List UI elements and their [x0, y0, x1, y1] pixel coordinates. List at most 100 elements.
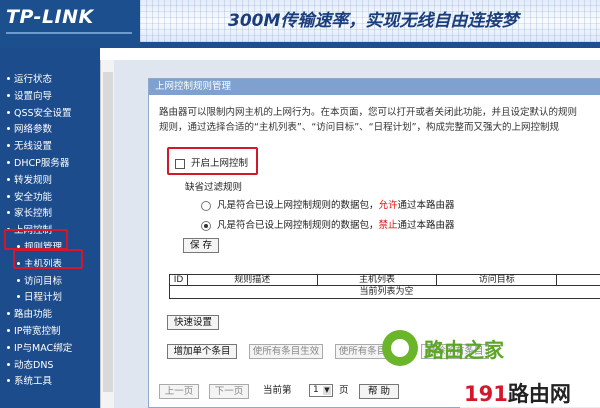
bullet-icon	[7, 144, 10, 148]
rules-table: ID 规则描述 主机列表 访问目标 当前列表为空	[169, 274, 600, 299]
sidebar-item-label: 运行状态	[14, 74, 53, 85]
sidebar-scrollbar[interactable]	[100, 60, 114, 408]
sidebar-item-label: 路由功能	[14, 309, 53, 321]
sidebar-item[interactable]: 设置向导	[0, 89, 100, 106]
sidebar-item[interactable]: 日程计划	[0, 290, 100, 307]
sidebar-item-label: 设置向导	[14, 90, 53, 102]
rule-deny-keyword: 禁止	[378, 220, 398, 231]
banner: 300M传输速率，实现无线自由连接梦	[140, 0, 600, 48]
add-entry-button[interactable]: 增加单个条目	[167, 344, 237, 359]
help-button[interactable]: 帮 助	[359, 384, 399, 399]
rule-allow-option[interactable]: 凡是符合已设上网控制规则的数据包，允许通过本路由器	[201, 199, 455, 213]
page-select[interactable]: 1 ▼	[309, 384, 333, 397]
tp-link-logo: TP-LINK	[0, 0, 140, 48]
prev-page-button[interactable]: 上一页	[159, 384, 199, 399]
page-prefix: 当前第	[263, 385, 292, 396]
sidebar-item[interactable]: 无线设置	[0, 139, 100, 156]
rule-deny-suffix: 通过本路由器	[397, 220, 455, 231]
highlight-box-enable	[167, 147, 258, 175]
sidebar-item[interactable]: 系统工具	[0, 374, 100, 391]
logo-text: TP-LINK	[6, 6, 94, 28]
table-empty-row: 当前列表为空	[169, 285, 600, 299]
bullet-icon	[7, 362, 10, 366]
sidebar-item[interactable]: 动态DNS	[0, 358, 100, 375]
bullet-icon	[17, 295, 20, 299]
rule-deny-text: 凡是符合已设上网控制规则的数据包，	[217, 220, 379, 231]
bullet-icon	[7, 379, 10, 383]
sidebar-item[interactable]: 家长控制	[0, 206, 100, 223]
desc-line-2: 规则，通过选择合适的“主机列表”、“访问目标”、“日程计划”，构成完整而又强大的…	[159, 122, 560, 133]
rule-deny-radio[interactable]	[201, 220, 211, 231]
default-rule-label: 缺省过滤规则	[185, 182, 243, 193]
save-button[interactable]: 保 存	[183, 238, 219, 253]
rule-allow-text: 凡是符合已设上网控制规则的数据包，	[217, 200, 379, 211]
watermark-text-2: 191路由网	[464, 378, 571, 408]
sidebar-item-label: 动态DNS	[14, 359, 54, 371]
table-header-row: ID 规则描述 主机列表 访问目标	[169, 274, 600, 286]
bullet-icon	[7, 127, 10, 131]
rule-allow-suffix: 通过本路由器	[397, 200, 455, 211]
col-rule-desc: 规则描述	[186, 274, 318, 286]
bullet-icon	[7, 110, 10, 114]
col-access-target: 访问目标	[436, 274, 558, 286]
sidebar-item-label: 系统工具	[14, 376, 53, 388]
quick-setup-button[interactable]: 快速设置	[167, 315, 219, 330]
sidebar-item[interactable]: 网络参数	[0, 122, 100, 139]
watermark-luyouzhijia: 路由之家	[382, 330, 552, 366]
bullet-icon	[17, 278, 20, 282]
sidebar-item-label: 日程计划	[24, 292, 63, 304]
bullet-icon	[7, 211, 10, 215]
table-empty-text: 当前列表为空	[169, 285, 600, 299]
desc-line-1: 路由器可以限制内网主机的上网行为。在本页面，您可以打开或者关闭此功能，并且设定默…	[159, 107, 578, 118]
col-host-list: 主机列表	[316, 274, 438, 286]
highlight-box-access-control	[4, 229, 68, 250]
bullet-icon	[7, 93, 10, 97]
header: TP-LINK 300M传输速率，实现无线自由连接梦	[0, 0, 600, 48]
rule-allow-radio[interactable]	[201, 200, 211, 211]
highlight-box-rule-manage	[13, 249, 83, 269]
sidebar-item[interactable]: 路由功能	[0, 307, 100, 324]
sidebar-item-label: IP与MAC绑定	[14, 342, 73, 354]
sidebar-item-label: 无线设置	[14, 141, 53, 153]
sidebar-item-label: DHCP服务器	[14, 157, 70, 169]
bullet-icon	[7, 345, 10, 349]
sidebar-item[interactable]: 运行状态	[0, 72, 100, 89]
sidebar-item[interactable]: QSS安全设置	[0, 106, 100, 123]
sidebar-item[interactable]: 安全功能	[0, 190, 100, 207]
page-select-value: 1	[313, 385, 319, 395]
sidebar-nav: 运行状态设置向导 QSS安全设置 网络参数无线设置 DHCP服务器转发规则 安全功能家长…	[0, 48, 100, 408]
page-suffix: 页	[339, 385, 349, 396]
rule-deny-option[interactable]: 凡是符合已设上网控制规则的数据包，禁止通过本路由器	[201, 219, 455, 233]
rule-allow-keyword: 允许	[378, 200, 398, 211]
col-id: ID	[169, 274, 188, 286]
sidebar-item-label: QSS安全设置	[14, 107, 72, 119]
sidebar-item[interactable]: IP与MAC绑定	[0, 341, 100, 358]
sidebar-item[interactable]: DHCP服务器	[0, 156, 100, 173]
col-extra	[556, 274, 600, 286]
sidebar-item-label: 安全功能	[14, 191, 53, 203]
panel-title: 上网控制规则管理	[149, 79, 600, 95]
bullet-icon	[7, 328, 10, 332]
sidebar-item[interactable]: 转发规则	[0, 173, 100, 190]
sidebar-item-label: 家长控制	[14, 208, 53, 220]
watermark-digits: 191	[464, 382, 508, 406]
sidebar-item-label: 网络参数	[14, 124, 53, 136]
watermark-brand: 路由网	[507, 382, 571, 406]
chevron-down-icon: ▼	[323, 386, 331, 395]
watermark-logo-icon	[382, 330, 418, 366]
sidebar-item[interactable]: 访问目标	[0, 274, 100, 291]
banner-slogan: 300M传输速率，实现无线自由连接梦	[228, 11, 519, 31]
sidebar-item-label: IP带宽控制	[14, 325, 61, 337]
next-page-button[interactable]: 下一页	[209, 384, 249, 399]
bullet-icon	[7, 177, 10, 181]
panel-description: 路由器可以限制内网主机的上网行为。在本页面，您可以打开或者关闭此功能，并且设定默…	[159, 105, 600, 135]
sidebar-item[interactable]: IP带宽控制	[0, 324, 100, 341]
bullet-icon	[7, 160, 10, 164]
sidebar-item-label: 访问目标	[24, 275, 63, 287]
bullet-icon	[7, 194, 10, 198]
enable-all-button[interactable]: 使所有条目生效	[249, 344, 323, 359]
watermark-text-1: 路由之家	[424, 338, 504, 362]
bullet-icon	[7, 312, 10, 316]
watermark-191: 191路由网	[460, 374, 600, 408]
bullet-icon	[7, 77, 10, 80]
